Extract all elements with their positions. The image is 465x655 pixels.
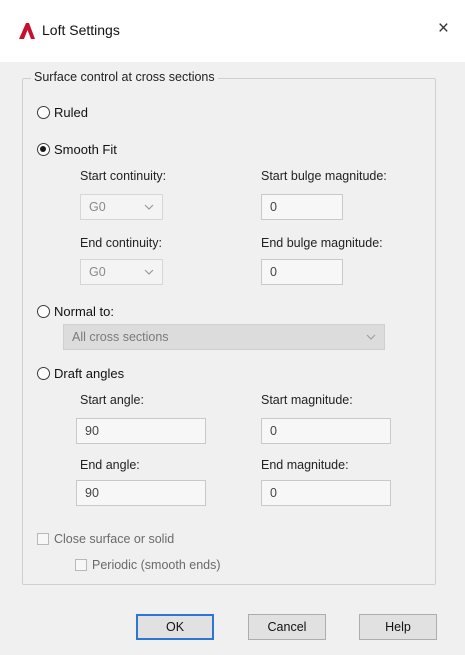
- ruled-radio[interactable]: Ruled: [37, 105, 88, 120]
- end-continuity-value: G0: [89, 265, 106, 279]
- start-bulge-label: Start bulge magnitude:: [261, 169, 387, 183]
- close-button[interactable]: ×: [438, 19, 449, 39]
- end-magnitude-input[interactable]: 0: [261, 480, 391, 506]
- close-surface-checkbox[interactable]: Close surface or solid: [37, 532, 174, 546]
- end-angle-input[interactable]: 90: [76, 480, 206, 506]
- ok-button[interactable]: OK: [136, 614, 214, 640]
- ruled-label: Ruled: [54, 105, 88, 120]
- start-angle-label: Start angle:: [80, 393, 144, 407]
- start-magnitude-input[interactable]: 0: [261, 418, 391, 444]
- ruled-radio-button[interactable]: [37, 106, 50, 119]
- draft-angles-radio-button[interactable]: [37, 367, 50, 380]
- draft-angles-radio[interactable]: Draft angles: [37, 366, 124, 381]
- help-button[interactable]: Help: [359, 614, 437, 640]
- surface-control-group: Surface control at cross sections Ruled …: [22, 70, 436, 585]
- end-continuity-label: End continuity:: [80, 236, 162, 250]
- end-continuity-select[interactable]: G0: [80, 259, 163, 285]
- window-title: Loft Settings: [42, 22, 120, 38]
- smooth-fit-label: Smooth Fit: [54, 142, 117, 157]
- normal-to-radio[interactable]: Normal to:: [37, 304, 114, 319]
- end-angle-label: End angle:: [80, 458, 140, 472]
- end-magnitude-label: End magnitude:: [261, 458, 349, 472]
- periodic-checkbox[interactable]: Periodic (smooth ends): [75, 558, 221, 572]
- smooth-fit-radio[interactable]: Smooth Fit: [37, 142, 117, 157]
- chevron-down-icon: [144, 269, 154, 275]
- title-bar: Loft Settings ×: [0, 0, 465, 62]
- start-magnitude-label: Start magnitude:: [261, 393, 353, 407]
- end-bulge-label: End bulge magnitude:: [261, 236, 383, 250]
- dialog-body: Surface control at cross sections Ruled …: [0, 62, 465, 655]
- smooth-fit-radio-button[interactable]: [37, 143, 50, 156]
- cancel-button[interactable]: Cancel: [248, 614, 326, 640]
- periodic-label: Periodic (smooth ends): [92, 558, 221, 572]
- normal-to-select[interactable]: All cross sections: [63, 324, 385, 350]
- draft-angles-label: Draft angles: [54, 366, 125, 381]
- start-continuity-label: Start continuity:: [80, 169, 167, 183]
- end-bulge-input[interactable]: 0: [261, 259, 343, 285]
- group-legend: Surface control at cross sections: [31, 70, 218, 84]
- chevron-down-icon: [366, 334, 376, 340]
- normal-to-label: Normal to:: [54, 304, 114, 319]
- start-continuity-value: G0: [89, 200, 106, 214]
- normal-to-value: All cross sections: [72, 330, 169, 344]
- start-continuity-select[interactable]: G0: [80, 194, 163, 220]
- normal-to-radio-button[interactable]: [37, 305, 50, 318]
- close-surface-label: Close surface or solid: [54, 532, 175, 546]
- chevron-down-icon: [144, 204, 154, 210]
- start-bulge-input[interactable]: 0: [261, 194, 343, 220]
- autocad-a-icon: [19, 23, 35, 39]
- close-surface-checkbox-box[interactable]: [37, 533, 49, 545]
- start-angle-input[interactable]: 90: [76, 418, 206, 444]
- periodic-checkbox-box[interactable]: [75, 559, 87, 571]
